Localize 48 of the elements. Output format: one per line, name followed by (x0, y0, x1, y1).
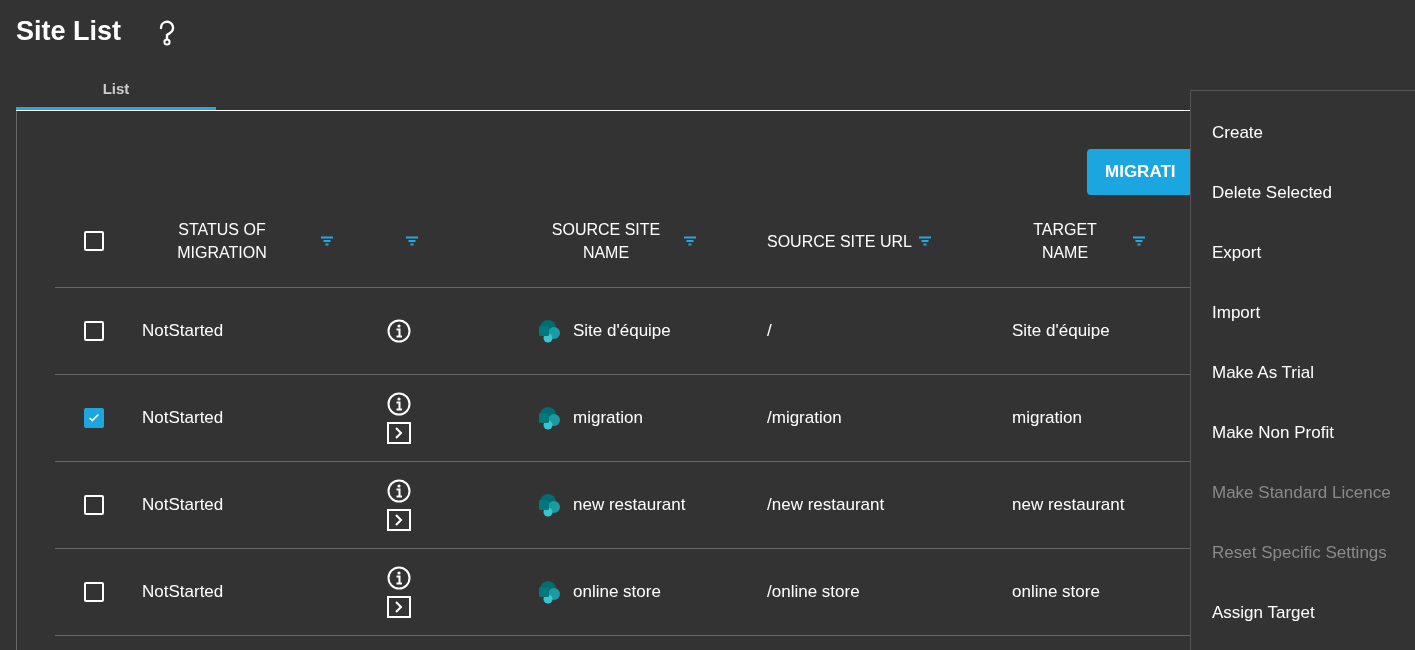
filter-icon[interactable] (917, 236, 932, 246)
site-logo-icon (537, 580, 561, 604)
status-text: NotStarted (142, 321, 224, 341)
info-icon[interactable] (387, 479, 411, 503)
menu-item[interactable]: Create (1191, 103, 1415, 163)
check-icon (87, 411, 101, 425)
info-icon[interactable] (387, 566, 411, 590)
info-icon[interactable] (387, 319, 411, 343)
site-name: new restaurant (573, 495, 686, 515)
target-name: new restaurant (1012, 495, 1125, 515)
status-text: NotStarted (142, 408, 224, 428)
column-header[interactable]: SOURCE SITE NAME (541, 218, 671, 264)
site-name: migration (573, 408, 643, 428)
menu-item[interactable]: Assign Target (1191, 583, 1415, 643)
list-tab[interactable]: List (16, 50, 216, 110)
target-name: migration (1012, 408, 1082, 428)
site-name: online store (573, 582, 661, 602)
row-checkbox[interactable] (84, 408, 104, 428)
site-name: Site d'équipe (573, 321, 671, 341)
status-text: NotStarted (142, 582, 224, 602)
menu-item[interactable]: Delete Selected (1191, 163, 1415, 223)
run-icon[interactable] (387, 422, 411, 444)
status-text: NotStarted (142, 495, 224, 515)
menu-item[interactable]: Export (1191, 223, 1415, 283)
info-icon[interactable] (387, 392, 411, 416)
filter-icon[interactable] (405, 236, 419, 246)
menu-item[interactable]: Import (1191, 283, 1415, 343)
filter-icon[interactable] (683, 236, 697, 246)
menu-item[interactable]: Make Non Profit (1191, 403, 1415, 463)
filter-icon[interactable] (1132, 236, 1146, 246)
column-header[interactable]: SOURCE SITE URL (767, 229, 912, 253)
column-header[interactable]: TARGET NAME (1010, 218, 1120, 264)
select-all-checkbox[interactable] (84, 231, 104, 251)
target-name: online store (1012, 582, 1100, 602)
page-title: Site List (16, 15, 122, 47)
site-url: /online store (767, 582, 860, 602)
run-icon[interactable] (387, 509, 411, 531)
run-icon[interactable] (387, 596, 411, 618)
site-url: / (767, 321, 772, 341)
site-logo-icon (537, 493, 561, 517)
site-url: /migration (767, 408, 842, 428)
filter-icon[interactable] (320, 236, 334, 246)
column-header[interactable]: STATUS OF MIGRATION (142, 218, 302, 264)
site-logo-icon (537, 319, 561, 343)
target-name: Site d'équipe (1012, 321, 1110, 341)
site-logo-icon (537, 406, 561, 430)
menu-item[interactable]: Make As Trial (1191, 343, 1415, 403)
site-url: /new restaurant (767, 495, 885, 515)
